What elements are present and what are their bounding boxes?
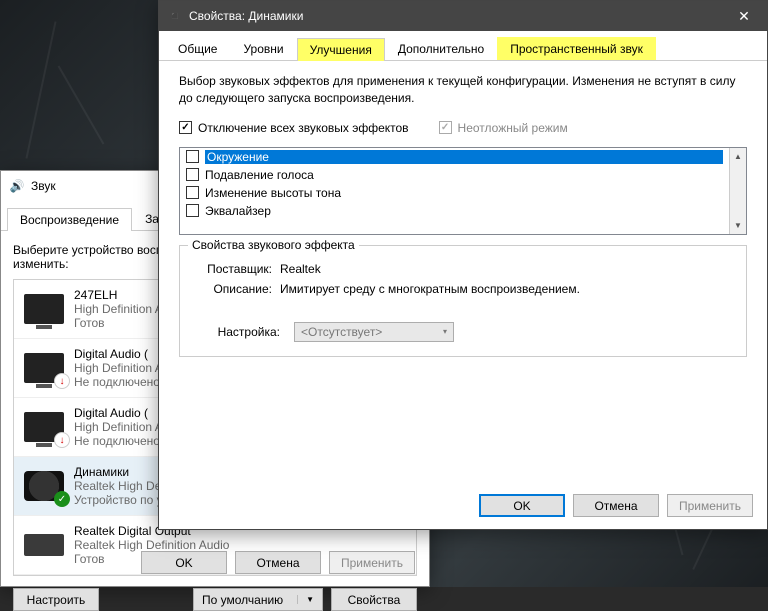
effects-listbox[interactable]: Окружение Подавление голоса Изменение вы…: [179, 147, 747, 235]
cancel-button[interactable]: Отмена: [235, 551, 321, 574]
default-badge-icon: [54, 491, 70, 507]
properties-button[interactable]: Свойства: [331, 588, 417, 611]
urgent-mode-checkbox: Неотложный режим: [439, 121, 568, 135]
chevron-down-icon: ▼: [297, 595, 314, 604]
provider-label: Поставщик:: [194, 262, 280, 276]
properties-window: ◾ Свойства: Динамики ✕ Общие Уровни Улуч…: [158, 0, 768, 530]
checkbox-icon[interactable]: [186, 150, 199, 163]
ok-button[interactable]: OK: [141, 551, 227, 574]
checkbox-icon[interactable]: [186, 168, 199, 181]
chevron-down-icon: ▾: [443, 327, 447, 336]
effect-properties-group: Свойства звукового эффекта Поставщик: Re…: [179, 245, 747, 357]
props-title: Свойства: Динамики: [189, 9, 721, 23]
monitor-icon: [24, 294, 64, 324]
tab-playback[interactable]: Воспроизведение: [7, 208, 132, 231]
checkbox-icon: [439, 121, 452, 134]
effect-item[interactable]: Подавление голоса: [180, 166, 729, 184]
speaker-icon: [24, 471, 64, 501]
checkbox-icon: [179, 121, 192, 134]
enhance-description: Выбор звуковых эффектов для применения к…: [179, 73, 747, 107]
apply-button[interactable]: Применить: [329, 551, 415, 574]
default-dropdown-button[interactable]: По умолчанию▼: [193, 588, 323, 611]
close-button[interactable]: ✕: [721, 1, 767, 31]
description-value: Имитирует среду с многократным воспроизв…: [280, 282, 732, 296]
device-box-icon: [24, 534, 64, 556]
cancel-button[interactable]: Отмена: [573, 494, 659, 517]
apply-button[interactable]: Применить: [667, 494, 753, 517]
props-titlebar: ◾ Свойства: Динамики ✕: [159, 1, 767, 31]
monitor-icon: [24, 412, 64, 442]
sound-icon: 🔊: [9, 178, 25, 194]
provider-value: Realtek: [280, 262, 732, 276]
tab-general[interactable]: Общие: [165, 37, 230, 60]
scroll-down-icon[interactable]: ▼: [730, 217, 746, 234]
speaker-icon: ◾: [167, 8, 183, 24]
error-badge-icon: [54, 373, 70, 389]
setting-combo: <Отсутствует> ▾: [294, 322, 454, 342]
tab-levels[interactable]: Уровни: [230, 37, 296, 60]
props-tabs: Общие Уровни Улучшения Дополнительно Про…: [159, 31, 767, 61]
scroll-up-icon[interactable]: ▲: [730, 148, 746, 165]
effect-item[interactable]: Эквалайзер: [180, 202, 729, 220]
tab-enhancements[interactable]: Улучшения: [297, 38, 385, 61]
setting-label: Настройка:: [194, 325, 280, 339]
configure-button[interactable]: Настроить: [13, 588, 99, 611]
effect-item[interactable]: Изменение высоты тона: [180, 184, 729, 202]
tab-advanced[interactable]: Дополнительно: [385, 37, 497, 60]
monitor-icon: [24, 353, 64, 383]
error-badge-icon: [54, 432, 70, 448]
checkbox-icon[interactable]: [186, 186, 199, 199]
ok-button[interactable]: OK: [479, 494, 565, 517]
disable-all-checkbox[interactable]: Отключение всех звуковых эффектов: [179, 121, 409, 135]
tab-spatial[interactable]: Пространственный звук: [497, 37, 656, 60]
description-label: Описание:: [194, 282, 280, 296]
group-legend: Свойства звукового эффекта: [188, 238, 359, 252]
effect-item[interactable]: Окружение: [180, 148, 729, 166]
scrollbar[interactable]: ▲ ▼: [729, 148, 746, 234]
checkbox-icon[interactable]: [186, 204, 199, 217]
